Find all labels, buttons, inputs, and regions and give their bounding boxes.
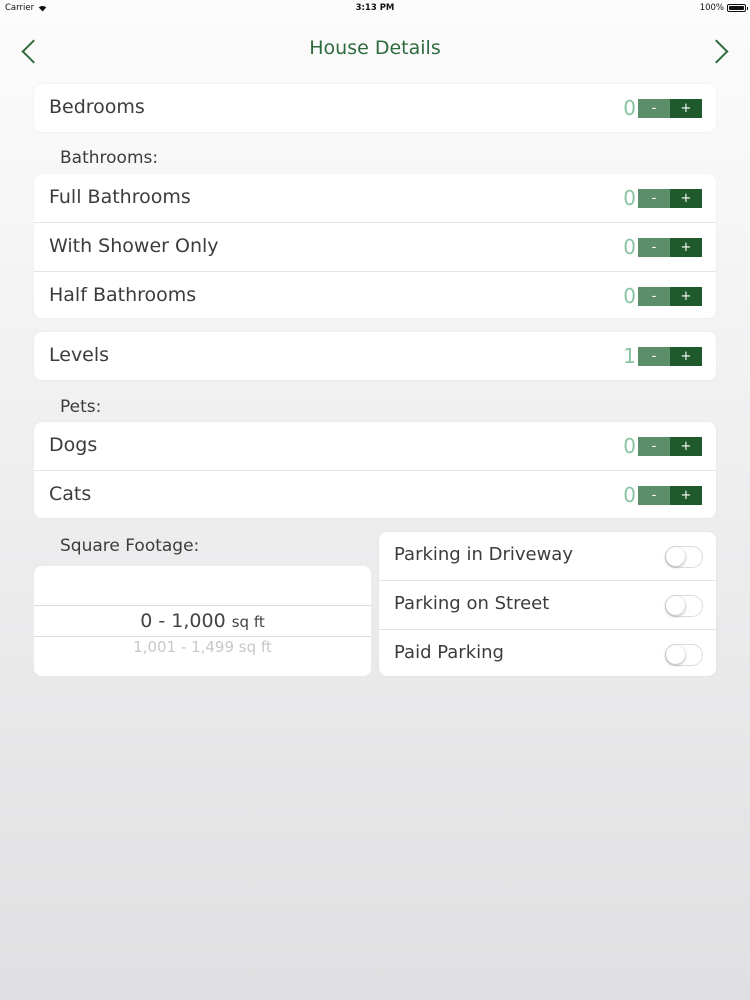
bedrooms-stepper: 0 - + xyxy=(618,97,702,119)
cats-value: 0 xyxy=(623,483,636,507)
square-footage-header: Square Footage: xyxy=(60,536,200,556)
paid-parking-toggle[interactable] xyxy=(665,644,703,666)
parking-driveway-label: Parking in Driveway xyxy=(394,544,573,565)
bedrooms-minus-button[interactable]: - xyxy=(638,98,670,118)
square-footage-picker[interactable]: 0 - 1,000 sq ft 1,001 - 1,499 sq ft xyxy=(34,566,371,676)
half-bathrooms-row: Half Bathrooms 0 - + xyxy=(34,272,716,320)
shower-only-stepper: 0 - + xyxy=(618,236,702,258)
battery-fill xyxy=(729,6,744,10)
pets-card: Dogs 0 - + Cats 0 - + xyxy=(34,422,716,518)
dogs-value: 0 xyxy=(623,434,636,458)
dogs-row: Dogs 0 - + xyxy=(34,422,716,471)
levels-value: 1 xyxy=(623,344,636,368)
shower-only-label: With Shower Only xyxy=(49,235,219,257)
picker-next-option[interactable]: 1,001 - 1,499 sq ft xyxy=(34,638,371,656)
picker-divider-bottom xyxy=(34,636,371,637)
parking-street-label: Parking on Street xyxy=(394,593,550,614)
full-bathrooms-row: Full Bathrooms 0 - + xyxy=(34,174,716,223)
dogs-label: Dogs xyxy=(49,434,98,456)
shower-only-plus-button[interactable]: + xyxy=(670,237,702,257)
paid-parking-row: Paid Parking xyxy=(379,630,716,678)
status-time: 3:13 PM xyxy=(355,3,395,13)
forward-chevron-icon[interactable] xyxy=(714,40,730,56)
cats-minus-button[interactable]: - xyxy=(638,485,670,505)
shower-only-minus-button[interactable]: - xyxy=(638,237,670,257)
paid-parking-label: Paid Parking xyxy=(394,642,504,663)
full-bathrooms-minus-button[interactable]: - xyxy=(638,188,670,208)
selected-unit: sq ft xyxy=(231,613,265,631)
full-bathrooms-label: Full Bathrooms xyxy=(49,186,191,208)
levels-row: Levels 1 - + xyxy=(34,332,716,380)
shower-only-row: With Shower Only 0 - + xyxy=(34,223,716,272)
half-bathrooms-value: 0 xyxy=(623,284,636,308)
toggle-knob xyxy=(666,645,685,664)
parking-street-toggle[interactable] xyxy=(665,595,703,617)
status-bar: Carrier 3:13 PM 100% xyxy=(0,0,750,16)
levels-label: Levels xyxy=(49,344,110,366)
levels-stepper: 1 - + xyxy=(618,345,702,367)
bedrooms-value: 0 xyxy=(623,96,636,120)
battery-icon xyxy=(727,4,748,12)
shower-only-value: 0 xyxy=(623,235,636,259)
next-unit: sq ft xyxy=(238,638,272,656)
bedrooms-row: Bedrooms 0 - + xyxy=(34,84,716,132)
cats-plus-button[interactable]: + xyxy=(670,485,702,505)
cats-row: Cats 0 - + xyxy=(34,471,716,519)
dogs-stepper: 0 - + xyxy=(618,435,702,457)
full-bathrooms-stepper: 0 - + xyxy=(618,187,702,209)
bedrooms-card: Bedrooms 0 - + xyxy=(34,84,716,132)
full-bathrooms-value: 0 xyxy=(623,186,636,210)
pets-header: Pets: xyxy=(60,397,102,417)
dogs-minus-button[interactable]: - xyxy=(638,436,670,456)
page-title: House Details xyxy=(309,37,441,59)
cats-label: Cats xyxy=(49,483,92,505)
bathrooms-card: Full Bathrooms 0 - + With Shower Only 0 … xyxy=(34,174,716,318)
levels-plus-button[interactable]: + xyxy=(670,346,702,366)
selected-range: 0 - 1,000 xyxy=(140,610,226,632)
parking-driveway-toggle[interactable] xyxy=(665,546,703,568)
half-bathrooms-stepper: 0 - + xyxy=(618,285,702,307)
bedrooms-plus-button[interactable]: + xyxy=(670,98,702,118)
bathrooms-header: Bathrooms: xyxy=(60,148,159,168)
full-bathrooms-plus-button[interactable]: + xyxy=(670,188,702,208)
toggle-knob xyxy=(666,596,685,615)
next-range: 1,001 - 1,499 xyxy=(133,638,235,656)
battery-percent: 100% xyxy=(699,3,724,13)
parking-driveway-row: Parking in Driveway xyxy=(379,532,716,581)
parking-street-row: Parking on Street xyxy=(379,581,716,630)
levels-card: Levels 1 - + xyxy=(34,332,716,380)
picker-selected-option[interactable]: 0 - 1,000 sq ft xyxy=(34,606,371,636)
dogs-plus-button[interactable]: + xyxy=(670,436,702,456)
half-bathrooms-minus-button[interactable]: - xyxy=(638,286,670,306)
bedrooms-label: Bedrooms xyxy=(49,96,145,118)
levels-minus-button[interactable]: - xyxy=(638,346,670,366)
parking-card: Parking in Driveway Parking on Street Pa… xyxy=(379,532,716,676)
toggle-knob xyxy=(666,547,685,566)
cats-stepper: 0 - + xyxy=(618,484,702,506)
half-bathrooms-label: Half Bathrooms xyxy=(49,284,197,306)
half-bathrooms-plus-button[interactable]: + xyxy=(670,286,702,306)
